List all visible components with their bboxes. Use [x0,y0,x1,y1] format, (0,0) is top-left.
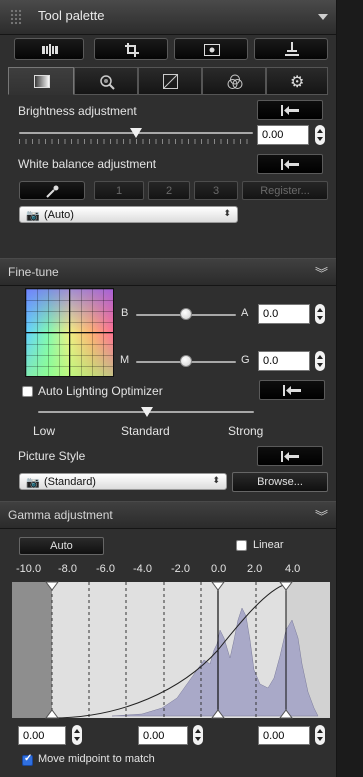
adjust-image-icon [42,44,58,56]
gamma-histogram[interactable] [12,580,330,720]
wb-preset-3-button[interactable]: 3 [194,181,238,200]
dust-delete-tool-button[interactable] [174,38,248,60]
gamma-scale-3: -4.0 [133,563,152,575]
fine-tune-g-label: G [241,354,250,366]
tab-tone-curve[interactable] [138,67,202,95]
mg-stepper[interactable] [315,351,325,371]
fine-tune-m-label: M [120,354,130,366]
settings-gear-icon: ⚙ [290,74,305,91]
collapse-chevron-icon[interactable]: ︾ [315,263,328,282]
gamma-scale-0: -10.0 [16,563,42,575]
tab-basic-adjust[interactable] [8,67,74,95]
reset-arrow-icon [281,451,299,462]
fine-tune-color-grid[interactable] [25,288,114,377]
gamma-right-value-input[interactable]: 0.00 [258,726,310,745]
palette-titlebar[interactable]: Tool palette [0,0,336,35]
brightness-slider-handle[interactable] [130,128,142,138]
picture-style-browse-button[interactable]: Browse... [232,472,328,492]
reset-arrow-icon [283,385,301,396]
stamp-icon [285,42,299,56]
gamma-auto-button[interactable]: Auto [19,537,104,555]
brightness-reset-button[interactable] [257,100,323,120]
eyedropper-icon [46,185,59,198]
white-balance-reset-button[interactable] [257,154,323,174]
tab-detail[interactable] [74,67,138,95]
gamma-mid-value-input[interactable]: 0.00 [138,726,188,745]
gamma-left-stepper[interactable] [72,725,82,745]
alo-level-strong: Strong [228,424,264,438]
basic-adjust-icon [34,75,50,88]
picture-style-reset-button[interactable] [257,446,323,466]
select-arrows-icon: ⬍ [212,475,220,485]
reset-arrow-icon [281,159,299,170]
grid-crosshair-h [26,332,113,333]
dust-delete-icon [204,44,220,56]
brightness-value-input[interactable]: 0.00 [257,125,309,145]
gamma-scale-6: 2.0 [247,563,263,575]
gamma-scale-5: 0.0 [211,563,227,575]
camera-icon: 📷 [26,477,40,489]
ba-value-input[interactable]: 0.0 [258,304,310,324]
fine-tune-b-label: B [121,307,129,319]
gamma-scale-7: 4.0 [285,563,301,575]
gamma-mid-stepper[interactable] [193,725,203,745]
palette-menu-arrow-icon[interactable] [318,14,328,20]
alo-level-standard: Standard [121,424,170,438]
alo-level-low: Low [33,424,56,438]
select-arrows-icon: ⬍ [223,208,231,218]
alo-slider-handle[interactable] [141,407,153,417]
wb-preset-1-button[interactable]: 1 [94,181,144,200]
crop-icon [125,43,139,57]
reset-arrow-icon [281,105,299,116]
gamma-header[interactable]: Gamma adjustment ︾ [0,501,336,529]
tab-color-adjust[interactable] [202,67,266,95]
white-balance-selected: (Auto) [44,209,74,221]
adjust-image-tool-button[interactable] [14,38,84,60]
fine-tune-title: Fine-tune [8,265,59,279]
alo-reset-button[interactable] [259,380,325,400]
white-balance-eyedropper-button[interactable] [19,181,85,200]
picture-style-select[interactable]: 📷 (Standard) ⬍ [19,473,227,490]
linear-checkbox[interactable] [236,540,247,551]
image-canvas-area [337,0,363,777]
brightness-stepper[interactable] [315,125,325,145]
white-balance-select[interactable]: 📷 (Auto) ⬍ [19,206,238,223]
picture-style-label: Picture Style [18,449,86,463]
wb-preset-2-button[interactable]: 2 [148,181,190,200]
drag-grip-icon[interactable] [10,9,22,25]
detail-zoom-icon [100,75,115,90]
crop-tool-button[interactable] [94,38,168,60]
alo-label: Auto Lighting Optimizer [38,384,163,398]
color-adjust-icon [227,74,243,89]
tone-curve-icon [163,74,178,89]
mg-slider-handle[interactable] [180,355,192,367]
alo-checkbox[interactable] [22,386,33,397]
collapse-chevron-icon[interactable]: ︾ [315,506,328,525]
gamma-scale-1: -8.0 [58,563,77,575]
gamma-scale-4: -2.0 [171,563,190,575]
move-midpoint-label: Move midpoint to match [38,753,155,765]
gamma-left-value-input[interactable]: 0.00 [18,726,66,745]
white-balance-label: White balance adjustment [18,157,157,171]
brightness-label: Brightness adjustment [18,104,137,118]
brightness-slider-ticks [19,139,253,144]
palette-title: Tool palette [38,8,105,23]
gamma-scale-2: -6.0 [96,563,115,575]
move-midpoint-checkbox[interactable] [22,753,33,766]
tab-settings[interactable]: ⚙ [266,67,328,95]
gamma-title: Gamma adjustment [8,508,113,522]
wb-register-button[interactable]: Register... [242,181,328,200]
gamma-right-stepper[interactable] [315,725,325,745]
camera-icon: 📷 [26,210,40,222]
linear-label: Linear [253,539,284,551]
fine-tune-header[interactable]: Fine-tune ︾ [0,258,336,286]
palette-tabs: ⚙ [8,67,328,95]
stamp-tool-button[interactable] [254,38,328,60]
ba-slider-handle[interactable] [180,308,192,320]
mg-value-input[interactable]: 0.0 [258,351,310,371]
picture-style-selected: (Standard) [44,476,96,488]
ba-stepper[interactable] [315,304,325,324]
fine-tune-a-label: A [241,307,249,319]
